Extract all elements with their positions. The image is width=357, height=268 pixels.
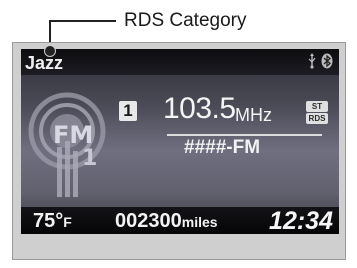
frequency-value: 103.5 <box>163 92 236 125</box>
temperature-unit: F <box>63 214 72 230</box>
outside-temperature: 75°F <box>33 210 72 233</box>
preset-number: 1 <box>119 101 137 121</box>
odometer-unit: miles <box>181 214 218 230</box>
band-number: 1 <box>82 146 97 171</box>
callout-label: RDS Category <box>124 10 247 31</box>
frequency-unit: MHz <box>235 105 272 125</box>
rds-category: Jazz <box>25 53 64 73</box>
station-divider <box>167 134 322 136</box>
bottom-status-bar: 75°F 002300miles 12:34 <box>21 207 339 234</box>
band-logo-text: FM <box>53 121 93 149</box>
clock: 12:34 <box>269 207 333 234</box>
odometer-value: 002300 <box>115 210 182 232</box>
bluetooth-icon <box>321 53 333 74</box>
display-frame: Jazz FM 1 1 103.5 MHz ST RDS ####-FM 75°… <box>12 42 346 260</box>
station-name: ####-FM <box>184 137 261 158</box>
temperature-value: 75° <box>33 210 64 232</box>
stereo-badge: ST <box>306 101 328 112</box>
rds-badge: RDS <box>306 113 328 124</box>
top-status-bar: Jazz <box>21 49 339 75</box>
audio-display-screen: Jazz FM 1 1 103.5 MHz ST RDS ####-FM 75°… <box>21 49 339 234</box>
callout-pointer-dot <box>44 45 56 57</box>
fm-band-icon: FM 1 <box>27 91 107 206</box>
callout-leader-line <box>50 20 116 22</box>
usb-icon <box>307 53 317 74</box>
odometer: 002300miles <box>115 210 218 233</box>
